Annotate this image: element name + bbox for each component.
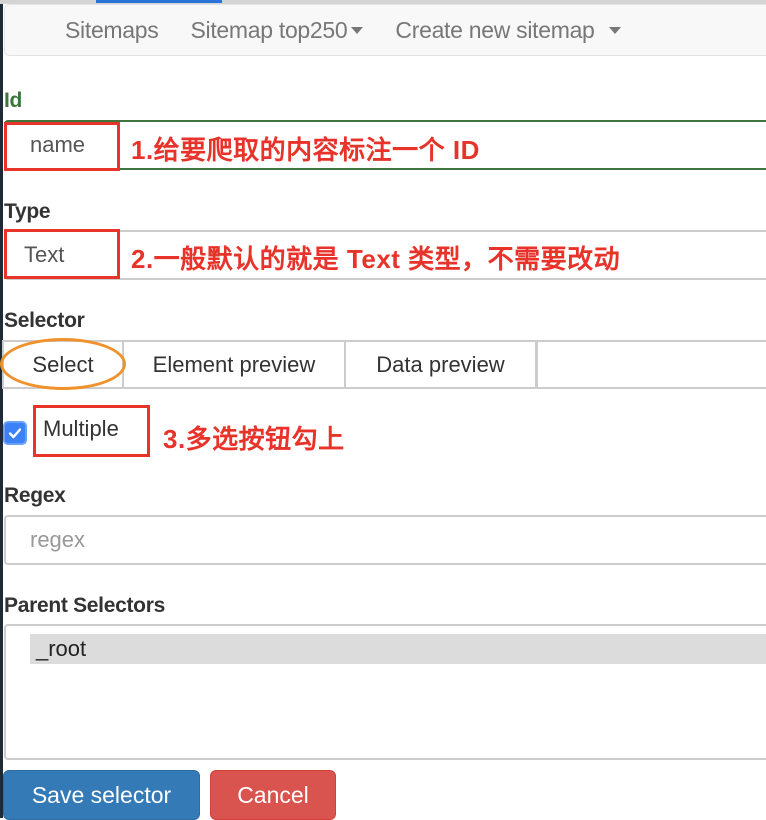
selector-label: Selector	[4, 309, 85, 332]
element-preview-button[interactable]: Element preview	[124, 342, 346, 387]
regex-placeholder: regex	[30, 527, 86, 552]
save-selector-label: Save selector	[31, 781, 172, 808]
nav-sitemap-top250-dropdown[interactable]: Sitemap top250	[174, 17, 379, 44]
nav-create-new-sitemap-dropdown[interactable]: Create new sitemap	[379, 17, 636, 44]
parent-selector-option-label: _root	[36, 636, 87, 661]
regex-label: Regex	[4, 484, 66, 507]
data-preview-button[interactable]: Data preview	[346, 342, 538, 387]
save-selector-button[interactable]: Save selector	[3, 770, 200, 820]
cancel-button[interactable]: Cancel	[210, 770, 336, 820]
data-preview-label: Data preview	[376, 351, 505, 377]
regex-input[interactable]: regex	[4, 515, 766, 565]
cancel-label: Cancel	[237, 781, 309, 808]
annotation-ellipse-select	[0, 338, 126, 390]
annotation-box-multiple	[33, 405, 150, 457]
parent-selectors-label: Parent Selectors	[4, 594, 165, 617]
navbar: Sitemaps Sitemap top250 Create new sitem…	[4, 4, 766, 56]
nav-create-new-sitemap-label: Create new sitemap	[395, 16, 595, 43]
caret-down-icon	[351, 26, 364, 34]
nav-sitemaps[interactable]: Sitemaps	[49, 17, 174, 44]
id-label: Id	[4, 89, 23, 112]
element-preview-label: Element preview	[152, 351, 316, 377]
multiple-checkbox[interactable]	[3, 421, 27, 445]
annotation-multiple: 3.多选按钮勾上	[163, 424, 345, 454]
window-left-edge	[0, 0, 3, 818]
parent-selectors-listbox[interactable]: _root	[4, 624, 766, 760]
checkmark-icon	[8, 428, 22, 439]
annotation-id: 1.给要爬取的内容标注一个 ID	[131, 135, 480, 165]
active-tab-indicator	[96, 0, 222, 3]
nav-sitemaps-label: Sitemaps	[65, 16, 159, 43]
annotation-type: 2.一般默认的就是 Text 类型，不需要改动	[131, 244, 621, 274]
parent-selector-option-root[interactable]: _root	[30, 634, 766, 664]
caret-down-icon	[608, 26, 621, 34]
selector-input[interactable]	[538, 342, 766, 387]
annotation-box-id	[4, 122, 120, 171]
nav-sitemap-top250-label: Sitemap top250	[190, 16, 348, 43]
annotation-box-type	[4, 229, 120, 279]
type-label: Type	[4, 200, 51, 223]
